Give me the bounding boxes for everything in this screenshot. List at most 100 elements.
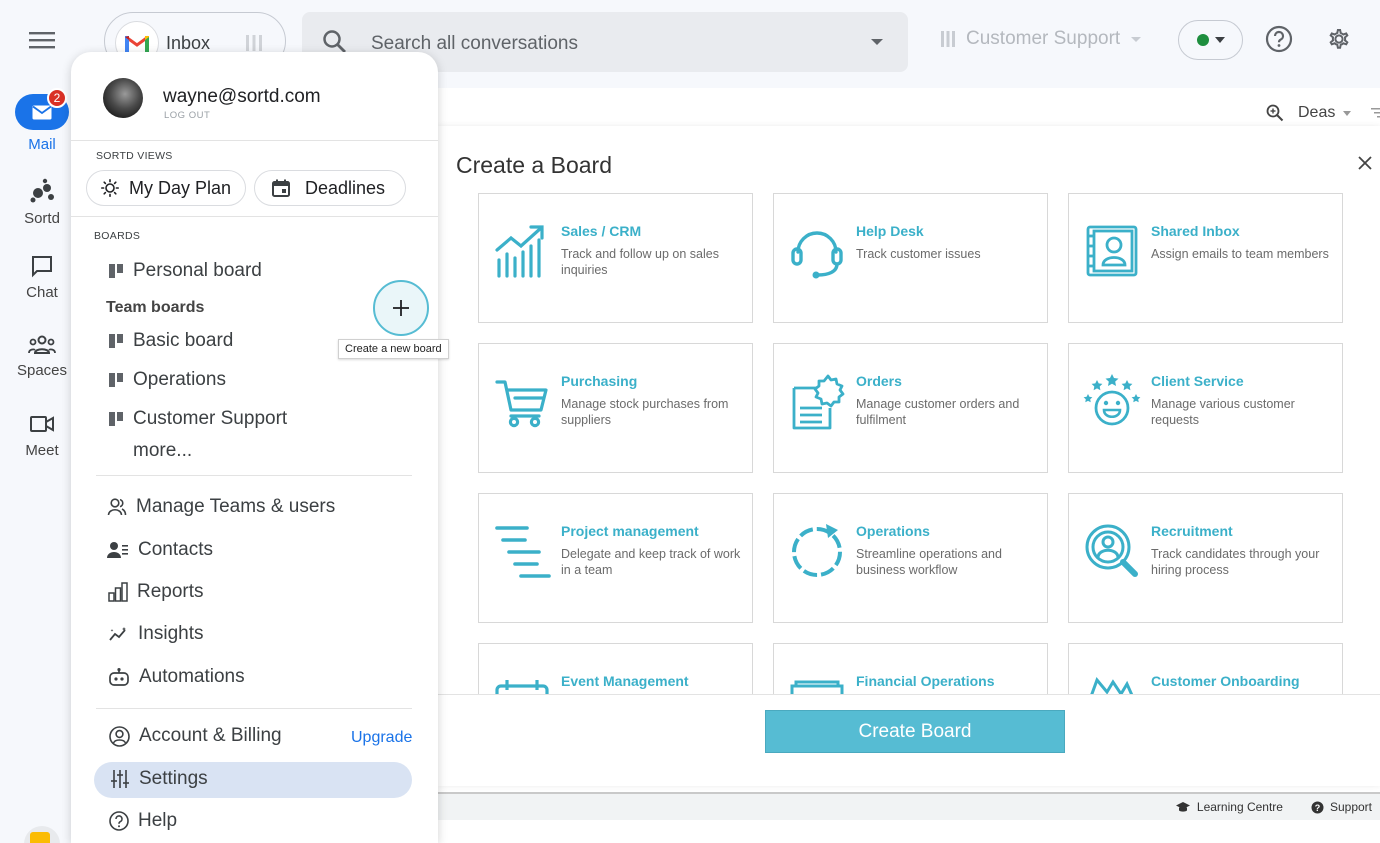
happy-stars-icon — [1083, 374, 1141, 426]
search-options-icon[interactable] — [870, 38, 884, 46]
team-board-label: Basic board — [133, 330, 234, 351]
chevron-down-icon — [1131, 36, 1142, 42]
board-icon — [109, 334, 123, 348]
create-board-tooltip: Create a new board — [338, 339, 449, 359]
boards-heading: BOARDS — [94, 230, 141, 242]
zoom-search-icon[interactable] — [1266, 104, 1284, 122]
insights-item[interactable]: Insights — [109, 623, 203, 645]
team-boards-heading: Team boards — [106, 299, 205, 316]
user-avatar[interactable] — [103, 78, 143, 118]
team-board-item[interactable]: Basic board — [108, 330, 233, 352]
help-label: Help — [138, 810, 178, 831]
main-menu-button[interactable] — [22, 22, 62, 58]
contacts-item[interactable]: Contacts — [107, 539, 213, 561]
rail-mail-label: Mail — [28, 136, 56, 153]
filter-icon[interactable] — [1371, 107, 1380, 119]
logout-link[interactable]: LOG OUT — [164, 110, 210, 121]
help-icon[interactable] — [1264, 24, 1294, 54]
support-link[interactable]: ? Support — [1311, 800, 1372, 814]
template-card-sales-crm[interactable]: Sales / CRM Track and follow up on sales… — [478, 193, 753, 323]
template-card-financial-operations[interactable]: $ Financial Operations — [773, 643, 1048, 694]
help-circle-icon — [109, 811, 129, 831]
template-grid: Sales / CRM Track and follow up on sales… — [438, 192, 1380, 694]
template-description: Track candidates through your hiring pro… — [1151, 547, 1320, 577]
reports-item[interactable]: Reports — [108, 581, 204, 603]
insights-label: Insights — [138, 623, 204, 644]
template-card-purchasing[interactable]: Purchasing Manage stock purchases from s… — [478, 343, 753, 473]
board-select-label: Customer Support — [966, 28, 1121, 49]
divider — [71, 216, 438, 217]
chevron-down-icon — [1343, 110, 1352, 116]
help-circle-icon: ? — [1311, 801, 1324, 813]
template-card-operations[interactable]: Operations Streamline operations and bus… — [773, 493, 1048, 623]
template-title: Event Management — [561, 673, 689, 689]
rail-chat[interactable]: Chat — [7, 254, 77, 301]
my-day-plan-button[interactable]: My Day Plan — [86, 170, 246, 206]
template-card-project-management[interactable]: Project management Delegate and keep tra… — [478, 493, 753, 623]
manage-teams-item[interactable]: Manage Teams & users — [107, 496, 335, 518]
rail-sortd-label: Sortd — [24, 210, 60, 227]
settings-gear-icon[interactable] — [1324, 24, 1354, 54]
headset-icon — [791, 231, 843, 279]
help-item[interactable]: Help — [109, 810, 177, 832]
chat-icon — [32, 256, 52, 278]
automations-item[interactable]: Automations — [108, 666, 245, 688]
cart-icon — [495, 380, 548, 428]
template-description: Assign emails to team members — [1151, 247, 1329, 261]
svg-text:?: ? — [1315, 803, 1321, 813]
sortd-logo-icon — [30, 178, 54, 203]
account-billing-item[interactable]: Account & Billing — [109, 725, 282, 747]
rail-spaces[interactable]: Spaces — [7, 334, 77, 379]
template-card-customer-onboarding[interactable]: Customer Onboarding — [1068, 643, 1343, 694]
rail-bottom-avatar[interactable] — [24, 826, 60, 843]
template-card-recruitment[interactable]: Recruitment Track candidates through you… — [1068, 493, 1343, 623]
rail-chat-label: Chat — [26, 284, 58, 301]
settings-label: Settings — [139, 768, 208, 789]
close-icon[interactable] — [1356, 154, 1374, 172]
template-card-orders[interactable]: Orders Manage customer orders and fulfil… — [773, 343, 1048, 473]
board-columns-icon — [941, 31, 955, 47]
sun-icon — [101, 179, 119, 197]
contact-card-icon — [1086, 225, 1138, 277]
template-card-event-management[interactable]: Event Management — [478, 643, 753, 694]
candidate-search-icon — [1085, 524, 1138, 577]
sort-select[interactable]: Deas — [1298, 104, 1335, 122]
inbox-label: Inbox — [166, 33, 211, 53]
template-card-shared-inbox[interactable]: Shared Inbox Assign emails to team membe… — [1068, 193, 1343, 323]
template-title: Help Desk — [856, 223, 924, 239]
project-lines-icon — [495, 526, 551, 578]
rail-spaces-label: Spaces — [16, 362, 68, 379]
dialog-divider — [438, 694, 1380, 695]
upgrade-link[interactable]: Upgrade — [351, 729, 412, 747]
template-card-client-service[interactable]: Client Service Manage various customer r… — [1068, 343, 1343, 473]
rail-meet[interactable]: Meet — [7, 414, 77, 459]
create-board-dialog: Create a Board Sales / CRM Track and fol… — [438, 126, 1380, 786]
account-billing-label: Account & Billing — [139, 725, 282, 746]
rail-sortd[interactable]: Sortd — [7, 178, 77, 227]
sortd-views-heading: SORTD VIEWS — [96, 150, 173, 162]
navigation-panel: wayne@sortd.com LOG OUT SORTD VIEWS My D… — [71, 52, 449, 843]
create-new-board-button[interactable] — [373, 280, 429, 336]
more-boards-link[interactable]: more... — [133, 440, 192, 462]
board-select[interactable]: Customer Support — [940, 28, 1142, 50]
team-board-item[interactable]: Operations — [108, 369, 226, 391]
deadlines-button[interactable]: Deadlines — [254, 170, 406, 206]
team-board-item[interactable]: Customer Support — [108, 408, 287, 430]
order-document-icon — [792, 374, 845, 430]
contacts-label: Contacts — [138, 539, 213, 560]
template-card-help-desk[interactable]: Help Desk Track customer issues — [773, 193, 1048, 323]
columns-icon — [246, 35, 262, 51]
learning-centre-link[interactable]: Learning Centre — [1175, 800, 1283, 814]
personal-board-item[interactable]: Personal board — [108, 260, 262, 282]
settings-item-content[interactable]: Settings — [110, 768, 208, 790]
team-board-label: Operations — [133, 369, 226, 390]
board-view-header: Deas — [1266, 104, 1380, 122]
status-toggle[interactable] — [1178, 20, 1243, 60]
insights-icon — [109, 627, 126, 641]
mail-icon: 2 — [15, 88, 69, 130]
rail-mail[interactable]: 2 Mail — [7, 88, 77, 153]
create-board-button[interactable]: Create Board — [765, 710, 1065, 753]
user-email: wayne@sortd.com — [163, 86, 321, 107]
template-title: Project management — [561, 523, 699, 539]
board-icon — [109, 412, 123, 426]
